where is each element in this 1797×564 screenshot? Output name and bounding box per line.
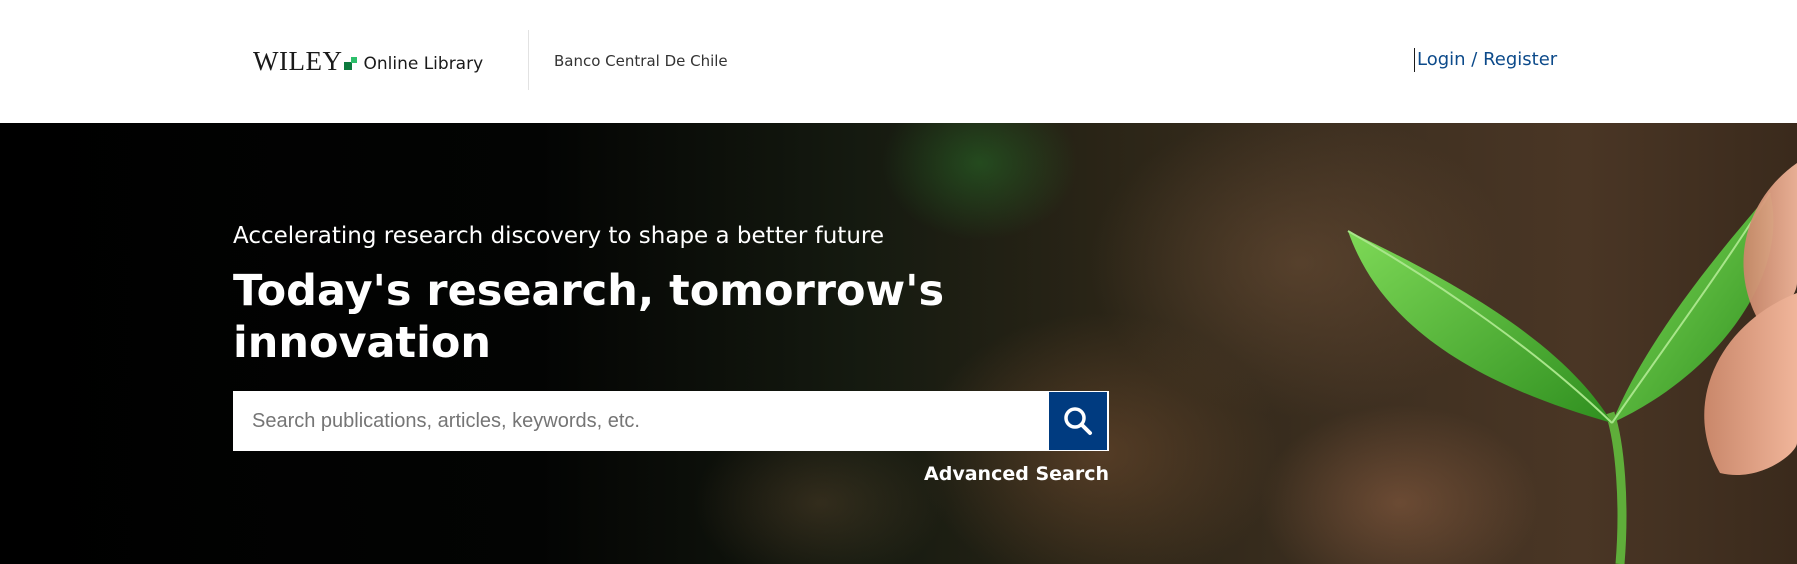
site-header: WILEY Online Library Banco Central De Ch…	[0, 0, 1797, 123]
search-bar	[233, 391, 1109, 451]
login-register-link[interactable]: Login / Register	[1414, 48, 1557, 72]
logo-product-text: Online Library	[363, 53, 484, 74]
header-divider	[528, 30, 529, 90]
search-input[interactable]	[233, 391, 1048, 451]
search-icon	[1064, 407, 1092, 435]
wiley-mark-icon	[344, 57, 358, 71]
hero-banner: Accelerating research discovery to shape…	[0, 123, 1797, 564]
advanced-search-link[interactable]: Advanced Search	[924, 463, 1109, 485]
logo-brand-text: WILEY	[253, 45, 343, 76]
hero-tagline: Accelerating research discovery to shape…	[233, 223, 884, 249]
wiley-online-library-logo[interactable]: WILEY Online Library	[253, 46, 483, 76]
hero-headline: Today's research, tomorrow's innovation	[233, 266, 945, 368]
search-button[interactable]	[1049, 392, 1107, 450]
institution-name: Banco Central De Chile	[554, 52, 728, 70]
seedling-hero-image	[1347, 163, 1797, 564]
